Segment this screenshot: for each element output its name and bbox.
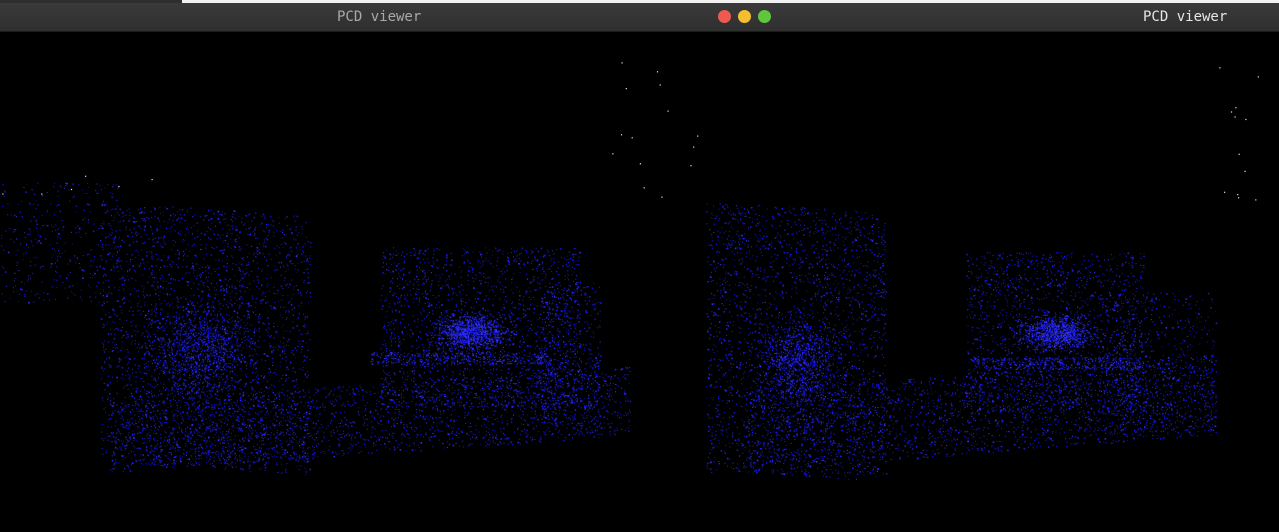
window-title: PCD viewer (1143, 9, 1228, 25)
zoom-icon[interactable] (758, 10, 771, 23)
point-cloud-viewport[interactable] (0, 32, 706, 532)
pcd-viewer-window-left[interactable]: PCD viewer (0, 3, 706, 532)
window-titlebar[interactable]: PCD viewer (0, 3, 706, 32)
point-cloud-canvas[interactable] (0, 32, 706, 532)
minimize-icon[interactable] (738, 10, 751, 23)
point-cloud-viewport[interactable] (706, 32, 1279, 532)
window-title: PCD viewer (337, 9, 422, 25)
close-icon[interactable] (718, 10, 731, 23)
window-titlebar[interactable]: PCD viewer (706, 3, 1279, 32)
desktop: PCD viewer PCD viewer (0, 0, 1279, 532)
pcd-viewer-window-right[interactable]: PCD viewer (706, 3, 1279, 532)
point-cloud-canvas[interactable] (706, 32, 1279, 532)
